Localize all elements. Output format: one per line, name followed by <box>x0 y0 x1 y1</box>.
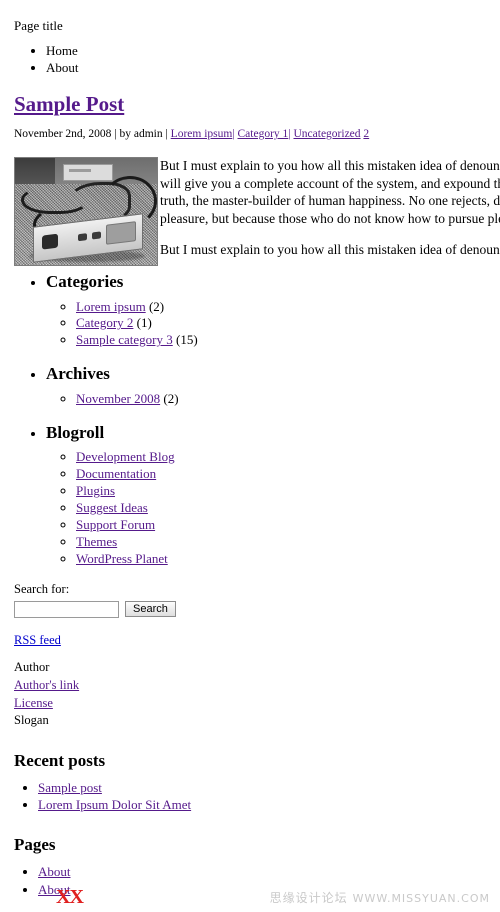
search-input[interactable] <box>14 600 119 618</box>
list-item[interactable]: Lorem ipsum (2) <box>76 299 500 315</box>
blogroll-link[interactable]: Development Blog <box>76 449 175 464</box>
categories-list: Lorem ipsum (2) Category 2 (1) Sample ca… <box>46 299 500 349</box>
category-link[interactable]: Sample category 3 <box>76 332 173 347</box>
watermark-cn-text: 思缘设计论坛 <box>269 891 348 906</box>
list-item[interactable]: Sample category 3 (15) <box>76 332 500 348</box>
meta-links-widget: RSS feed Author Author's link License Sl… <box>14 632 500 729</box>
pages-heading: Pages <box>14 835 56 855</box>
list-item[interactable]: Development Blog <box>76 449 500 465</box>
category-count: (15) <box>176 332 198 348</box>
post-category-link-1[interactable]: Lorem ipsum <box>171 128 233 140</box>
post-date: November 2nd, 2008 <box>14 128 112 141</box>
primary-nav: Home About <box>8 43 500 76</box>
nav-item-about[interactable]: About <box>46 60 500 76</box>
archive-count: (2) <box>163 390 179 406</box>
nav-item-label: About <box>46 59 79 75</box>
post-content: But I must explain to you how all this m… <box>14 156 500 266</box>
controller-button-a <box>78 232 87 241</box>
meta-pipe-1[interactable]: | <box>232 128 234 140</box>
list-item[interactable]: WordPress Planet <box>76 551 500 567</box>
author-label: Author <box>14 660 50 675</box>
widget-categories: Categories Lorem ipsum (2) Category 2 (1… <box>46 272 500 348</box>
widget-title: Archives <box>46 364 110 384</box>
blogroll-list: Development Blog Documentation Plugins S… <box>46 449 500 566</box>
list-item[interactable]: Documentation <box>76 466 500 482</box>
post-comments-link[interactable]: 2 <box>363 128 369 140</box>
photo-wall-left <box>15 157 55 185</box>
blogroll-link[interactable]: Documentation <box>76 466 156 481</box>
meta-pipe-2[interactable]: | <box>288 128 290 140</box>
post-category-link-3[interactable]: Uncategorized <box>293 128 360 140</box>
page-link[interactable]: About <box>38 864 71 879</box>
widget-title: Categories <box>46 271 124 291</box>
search-widget: Search for: Search <box>14 582 500 618</box>
annotation-x-mark: XX <box>56 886 84 908</box>
page-root: Page title Home About Sample Post Novemb… <box>0 0 500 898</box>
post-meta: November 2nd, 2008 | by admin | Lorem ip… <box>14 127 500 143</box>
controller-dpad <box>42 233 58 250</box>
search-form: Search <box>14 600 500 618</box>
list-item[interactable]: November 2008 (2) <box>76 391 500 407</box>
category-count: (1) <box>136 315 152 331</box>
blogroll-link[interactable]: WordPress Planet <box>76 551 168 566</box>
post-thumbnail-image <box>14 156 158 266</box>
archive-link[interactable]: November 2008 <box>76 391 160 406</box>
list-item[interactable]: Plugins <box>76 483 500 499</box>
page-title: Sample Post <box>14 92 500 118</box>
recent-post-link[interactable]: Sample post <box>38 780 102 795</box>
recent-posts-list: Sample post Lorem Ipsum Dolor Sit Amet <box>8 780 500 814</box>
blogroll-link[interactable]: Suggest Ideas <box>76 500 148 515</box>
category-link[interactable]: Category 2 <box>76 315 133 330</box>
controller-panel <box>106 220 136 245</box>
paragraph-text-part-1: But I must explain to you how all this m… <box>160 157 500 209</box>
list-item[interactable]: Themes <box>76 534 500 550</box>
post-author: admin <box>133 128 163 141</box>
list-item[interactable]: Lorem Ipsum Dolor Sit Amet <box>38 797 500 813</box>
license-link[interactable]: License <box>14 696 53 710</box>
widget-blogroll: Blogroll Development Blog Documentation … <box>46 423 500 567</box>
list-item[interactable]: Sample post <box>38 780 500 796</box>
blogroll-link[interactable]: Support Forum <box>76 517 155 532</box>
recent-post-link[interactable]: Lorem Ipsum Dolor Sit Amet <box>38 797 191 812</box>
list-item[interactable]: About <box>38 864 500 880</box>
photo-appliance <box>63 163 113 181</box>
site-title: Page title <box>14 18 63 33</box>
nav-item-home[interactable]: Home <box>46 43 500 59</box>
post-title-link[interactable]: Sample Post <box>14 92 124 116</box>
rss-feed-link[interactable]: RSS feed <box>14 633 61 647</box>
slogan-text: Slogan <box>14 713 49 728</box>
meta-separator: | by <box>111 128 134 141</box>
rss-feed-row[interactable]: RSS feed <box>14 632 500 649</box>
list-item[interactable]: Support Forum <box>76 517 500 533</box>
category-link[interactable]: Lorem ipsum <box>76 299 146 314</box>
nav-item-label: Home <box>46 42 78 58</box>
blogroll-link[interactable]: Themes <box>76 534 117 549</box>
post-category-link-2[interactable]: Category 1 <box>238 128 289 140</box>
search-label: Search for: <box>14 582 70 597</box>
blogroll-link[interactable]: Plugins <box>76 483 115 498</box>
category-count: (2) <box>148 298 165 314</box>
author-link-row[interactable]: Author's link <box>14 677 500 694</box>
widget-archives: Archives November 2008 (2) <box>46 364 500 407</box>
widget-list: Categories Lorem ipsum (2) Category 2 (1… <box>8 272 500 567</box>
author-link[interactable]: Author's link <box>14 678 79 692</box>
search-button[interactable]: Search <box>125 601 176 618</box>
archives-list: November 2008 (2) <box>46 391 500 407</box>
watermark-url-text: WWW.MISSYUAN.COM <box>352 892 490 906</box>
list-item[interactable]: Suggest Ideas <box>76 500 500 516</box>
license-row[interactable]: License <box>14 695 500 712</box>
list-item[interactable]: Category 2 (1) <box>76 315 500 331</box>
watermark: 思缘设计论坛 WWW.MISSYUAN.COM <box>270 891 490 906</box>
widget-title: Blogroll <box>46 422 105 442</box>
recent-posts-heading: Recent posts <box>14 750 106 770</box>
controller-button-b <box>92 231 101 240</box>
meta-separator: | <box>162 128 171 141</box>
